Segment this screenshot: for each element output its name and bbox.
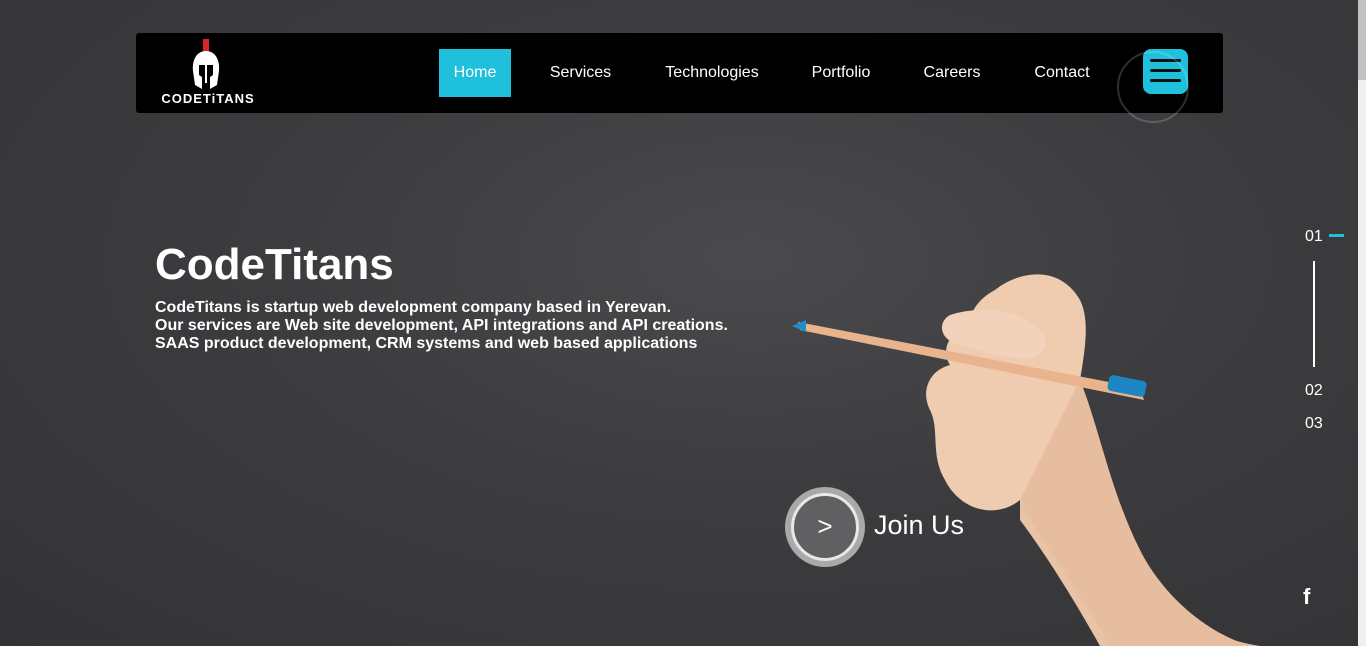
slide-indicator-01[interactable]: 01	[1305, 228, 1323, 246]
slide-indicator-02[interactable]: 02	[1305, 382, 1323, 400]
hero-title: CodeTitans	[155, 240, 394, 289]
join-us-button[interactable]: >	[785, 487, 865, 567]
nav-services[interactable]: Services	[536, 49, 625, 97]
hero-description: CodeTitans is startup web development co…	[155, 299, 728, 353]
join-us-label[interactable]: Join Us	[874, 510, 964, 541]
hero-description-line: Our services are Web site development, A…	[155, 317, 728, 334]
page: CODETiTANS Home Services Technologies Po…	[0, 0, 1366, 646]
hero-description-line: CodeTitans is startup web development co…	[155, 299, 672, 316]
slide-progress-line	[1313, 261, 1315, 367]
active-slide-dash	[1329, 234, 1344, 237]
facebook-icon[interactable]: f	[1303, 584, 1310, 610]
arrow-right-icon: >	[791, 493, 859, 561]
nav-contact[interactable]: Contact	[1022, 49, 1102, 97]
menu-ring-decoration	[1117, 51, 1189, 123]
nav-home[interactable]: Home	[439, 49, 511, 97]
page-scrollbar[interactable]	[1358, 0, 1366, 646]
hand-pencil-illustration	[792, 274, 1260, 646]
slide-indicator-03[interactable]: 03	[1305, 415, 1323, 433]
logo-text: CODETiTANS	[161, 91, 255, 106]
nav-technologies[interactable]: Technologies	[652, 49, 772, 97]
nav-careers[interactable]: Careers	[912, 49, 992, 97]
hero-description-line: SAAS product development, CRM systems an…	[155, 335, 698, 352]
logo[interactable]: CODETiTANS	[158, 37, 258, 109]
spartan-helmet-icon	[192, 39, 220, 89]
scrollbar-thumb[interactable]	[1358, 0, 1366, 80]
navbar: CODETiTANS Home Services Technologies Po…	[136, 33, 1223, 123]
nav-portfolio[interactable]: Portfolio	[800, 49, 882, 97]
